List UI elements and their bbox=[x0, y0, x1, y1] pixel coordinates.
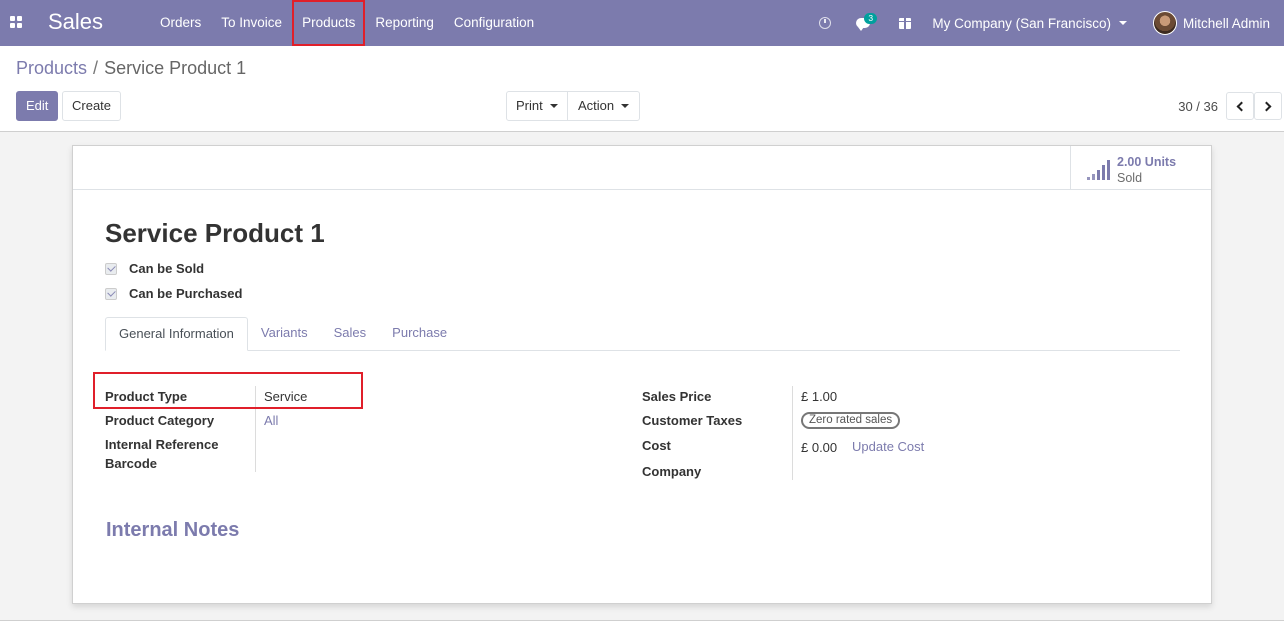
company-switcher[interactable]: My Company (San Francisco) bbox=[932, 16, 1127, 31]
systray: 3 My Company (San Francisco) Mitchell Ad… bbox=[814, 0, 1284, 46]
pager-value[interactable]: 30 / 36 bbox=[1178, 99, 1218, 114]
update-cost-link[interactable]: Update Cost bbox=[852, 439, 924, 454]
avatar bbox=[1152, 11, 1177, 35]
messages-badge: 3 bbox=[864, 13, 878, 24]
cost-field[interactable]: £ 0.00 bbox=[801, 440, 837, 455]
internal-reference-label: Internal Reference bbox=[105, 437, 219, 452]
action-dropdown[interactable]: Action bbox=[567, 91, 641, 121]
menu-to-invoice[interactable]: To Invoice bbox=[211, 0, 292, 46]
chevron-left-icon bbox=[1236, 101, 1247, 111]
menu-products[interactable]: Products bbox=[292, 0, 366, 46]
user-name: Mitchell Admin bbox=[1182, 15, 1270, 31]
can-be-purchased-row: Can be Purchased bbox=[105, 286, 242, 301]
user-menu[interactable]: Mitchell Admin bbox=[1152, 11, 1270, 35]
tax-tag[interactable]: Zero rated sales bbox=[801, 412, 901, 429]
barcode-label: Barcode bbox=[105, 456, 158, 471]
apps-menu-icon[interactable] bbox=[10, 16, 22, 28]
chevron-down-icon bbox=[621, 104, 630, 108]
breadcrumb-current: Service Product 1 bbox=[104, 58, 247, 78]
chevron-right-icon bbox=[1261, 101, 1272, 111]
form-sheet: 2.00 Units Sold Service Product 1 Can be… bbox=[72, 145, 1212, 604]
gift-icon[interactable] bbox=[894, 12, 916, 34]
can-be-sold-label: Can be Sold bbox=[129, 261, 205, 276]
units-sold-smart-button[interactable]: 2.00 Units Sold bbox=[1070, 146, 1211, 189]
units-sold-label: Sold bbox=[1117, 171, 1143, 185]
app-name[interactable]: Sales bbox=[48, 9, 103, 35]
can-be-purchased-checkbox[interactable] bbox=[105, 287, 117, 300]
customer-taxes-label: Customer Taxes bbox=[642, 413, 743, 428]
button-box: 2.00 Units Sold bbox=[73, 146, 1211, 190]
can-be-purchased-label: Can be Purchased bbox=[129, 286, 243, 301]
tab-sales[interactable]: Sales bbox=[321, 317, 380, 351]
edit-button[interactable]: Edit bbox=[16, 91, 59, 121]
top-navbar: Sales Orders To Invoice Products Reporti… bbox=[0, 0, 1284, 46]
can-be-sold-checkbox[interactable] bbox=[105, 262, 117, 275]
create-button[interactable]: Create bbox=[62, 91, 122, 121]
tab-variants[interactable]: Variants bbox=[248, 317, 321, 351]
messages-icon[interactable]: 3 bbox=[852, 12, 878, 34]
sales-price-label: Sales Price bbox=[642, 389, 712, 404]
main-menu: Orders To Invoice Products Reporting Con… bbox=[150, 0, 544, 46]
pager-next-button[interactable] bbox=[1254, 92, 1282, 120]
can-be-sold-row: Can be Sold bbox=[105, 261, 204, 276]
right-group-separator bbox=[792, 386, 793, 480]
chevron-down-icon bbox=[1118, 21, 1127, 25]
print-label: Print bbox=[516, 98, 543, 113]
chevron-down-icon bbox=[549, 104, 558, 108]
tab-purchase[interactable]: Purchase bbox=[379, 317, 460, 351]
company-label: Company bbox=[642, 464, 702, 479]
units-sold-value: 2.00 Units bbox=[1117, 155, 1177, 169]
product-category-label: Product Category bbox=[105, 413, 215, 428]
breadcrumb-products[interactable]: Products bbox=[16, 58, 87, 79]
breadcrumb: Products / Service Product 1 bbox=[16, 58, 246, 79]
sales-price-field[interactable]: £ 1.00 bbox=[801, 389, 837, 404]
cost-label: Cost bbox=[642, 438, 671, 453]
internal-notes-title: Internal Notes bbox=[106, 519, 240, 541]
tab-general-information[interactable]: General Information bbox=[105, 317, 248, 351]
product-category-field[interactable]: All bbox=[264, 413, 278, 428]
product-type-highlight bbox=[93, 372, 363, 409]
print-dropdown[interactable]: Print bbox=[506, 91, 568, 121]
action-label: Action bbox=[578, 98, 615, 113]
breadcrumb-separator: / bbox=[93, 58, 99, 78]
menu-reporting[interactable]: Reporting bbox=[365, 0, 444, 46]
notebook-tabs: General Information Variants Sales Purch… bbox=[105, 317, 1180, 351]
menu-configuration[interactable]: Configuration bbox=[444, 0, 544, 46]
menu-orders[interactable]: Orders bbox=[150, 0, 211, 46]
pager-previous-button[interactable] bbox=[1226, 92, 1254, 120]
signal-chart-icon bbox=[1087, 160, 1110, 180]
product-name[interactable]: Service Product 1 bbox=[105, 218, 325, 249]
activity-clock-icon[interactable] bbox=[814, 12, 836, 34]
company-name: My Company (San Francisco) bbox=[932, 15, 1111, 31]
